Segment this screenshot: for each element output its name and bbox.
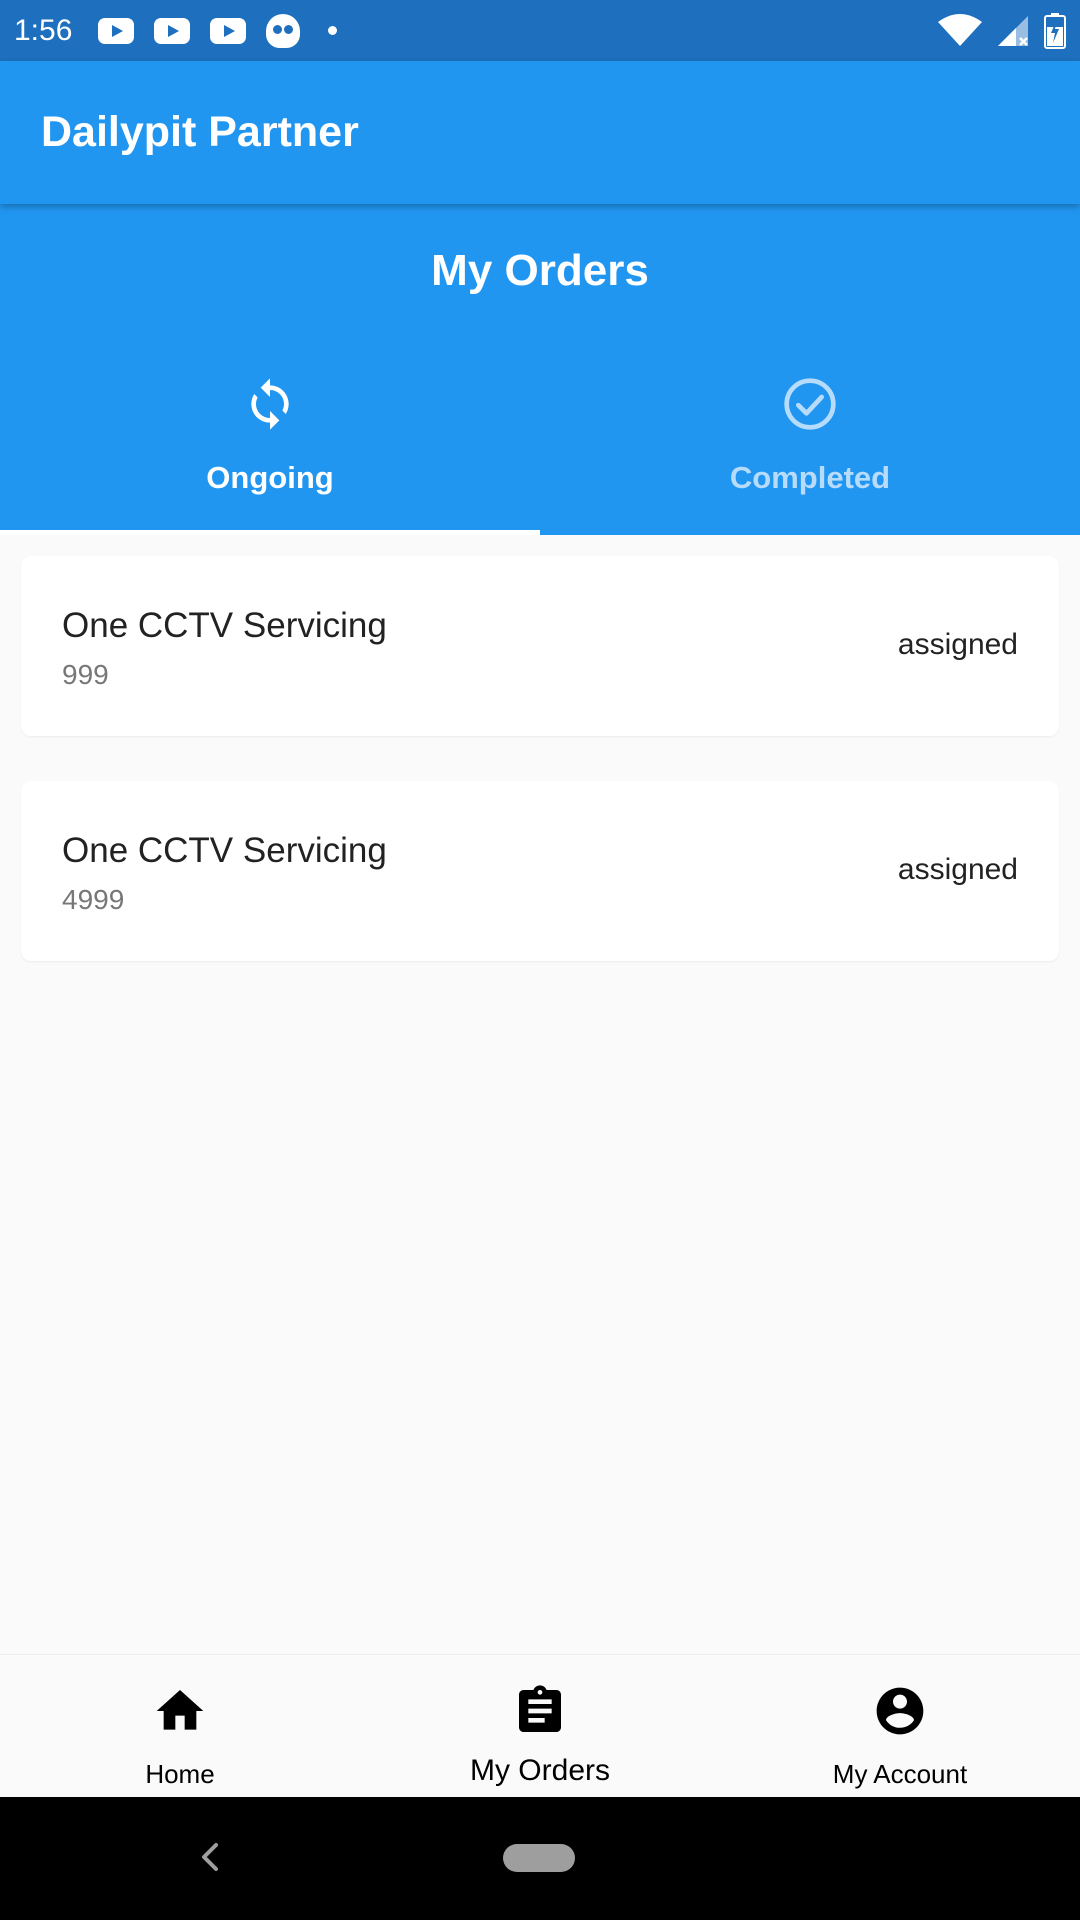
order-price: 999 — [62, 659, 109, 690]
notification-icons — [98, 13, 338, 48]
tab-indicator — [0, 530, 540, 535]
tab-ongoing-label: Ongoing — [206, 460, 334, 495]
order-price: 4999 — [62, 884, 125, 915]
nav-my-account[interactable]: My Account — [720, 1655, 1080, 1798]
account-circle-icon — [876, 1687, 924, 1735]
nav-my-orders[interactable]: My Orders — [360, 1655, 720, 1798]
bottom-navigation: Home My Orders My Account — [0, 1654, 1080, 1797]
app-bar: Dailypit Partner — [0, 61, 1080, 204]
youtube-icon — [210, 17, 247, 44]
dot-icon — [328, 26, 338, 35]
order-card[interactable]: One CCTV Servicing 999 assigned — [21, 556, 1059, 736]
system-navigation-bar — [0, 1797, 1080, 1920]
page-title: My Orders — [431, 246, 649, 295]
order-status: assigned — [897, 628, 1018, 661]
order-card[interactable]: One CCTV Servicing 4999 assigned — [21, 781, 1059, 961]
nav-my-orders-label: My Orders — [469, 1754, 610, 1787]
home-pill-button[interactable] — [503, 1844, 575, 1872]
clipboard-icon — [519, 1685, 561, 1732]
youtube-icon — [154, 17, 191, 44]
app-title: Dailypit Partner — [41, 108, 359, 156]
youtube-icon — [98, 17, 135, 44]
battery-icon — [1044, 12, 1066, 49]
nav-my-account-label: My Account — [832, 1759, 968, 1789]
refresh-icon — [251, 378, 289, 430]
tab-ongoing[interactable]: Ongoing — [0, 300, 540, 535]
order-status: assigned — [897, 853, 1018, 886]
tab-completed-label: Completed — [729, 460, 891, 495]
skull-icon — [266, 13, 301, 48]
order-title: One CCTV Servicing — [62, 831, 387, 870]
orders-header: My Orders Ongoing Completed — [0, 204, 1080, 535]
status-bar: 1:56 — [0, 0, 1080, 61]
back-icon[interactable] — [192, 1837, 228, 1877]
wifi-icon — [938, 13, 982, 46]
system-status-icons — [938, 12, 1066, 49]
nav-home[interactable]: Home — [0, 1655, 360, 1798]
tab-completed[interactable]: Completed — [540, 300, 1080, 535]
check-circle-icon — [784, 378, 836, 430]
order-title: One CCTV Servicing — [62, 606, 387, 645]
home-icon — [156, 1690, 204, 1730]
status-time: 1:56 — [14, 13, 73, 47]
nav-home-label: Home — [145, 1759, 215, 1789]
signal-icon — [998, 15, 1028, 46]
